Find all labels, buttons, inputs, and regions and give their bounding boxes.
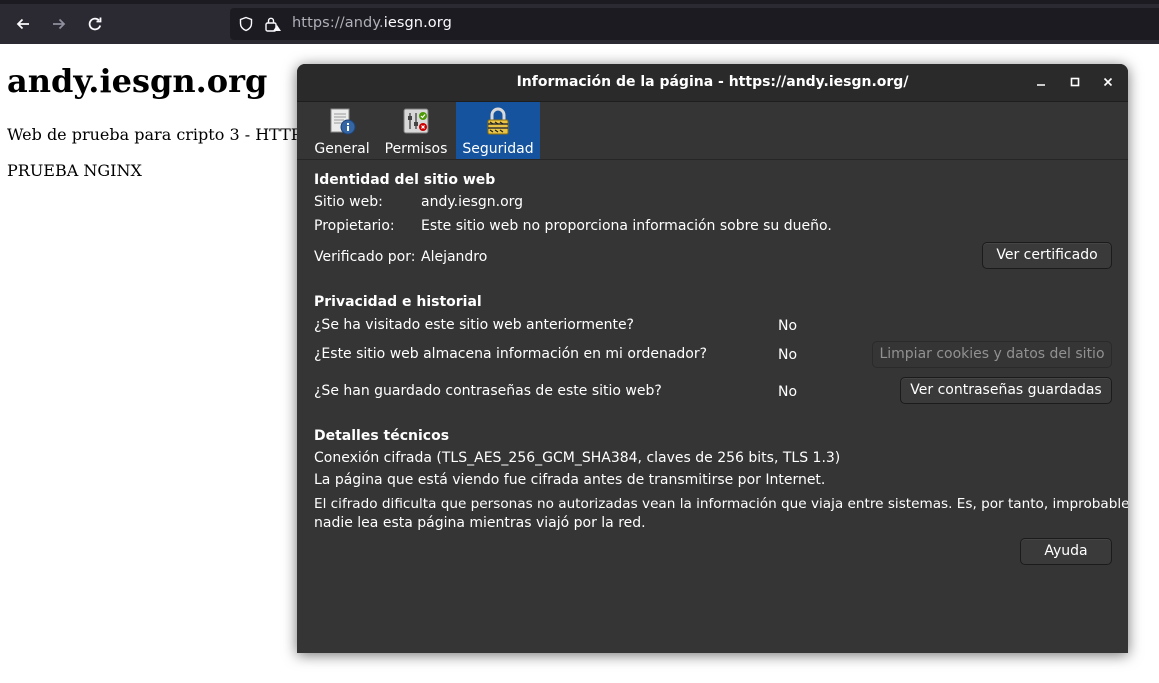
website-value: andy.iesgn.org (421, 194, 524, 210)
clear-cookies-button[interactable]: Limpiar cookies y datos del sitio (872, 341, 1112, 368)
visited-question: ¿Se ha visitado este sitio web anteriorm… (314, 317, 634, 333)
view-saved-passwords-button[interactable]: Ver contraseñas guardadas (900, 377, 1112, 404)
tab-bar: General Permisos Seguridad (297, 102, 1128, 160)
encryption-explanation-cont: nadie lea esta página mientras viajó por… (314, 515, 646, 531)
reload-icon (88, 17, 102, 31)
url-text: https://andy.iesgn.org (292, 15, 452, 31)
stores-data-question: ¿Este sitio web almacena información en … (314, 346, 708, 362)
page-info-icon (330, 108, 356, 135)
tab-label: Seguridad (462, 141, 534, 157)
forward-button[interactable] (46, 11, 72, 37)
page-info-dialog: Información de la página - https://andy.… (297, 64, 1128, 653)
tab-seguridad[interactable]: Seguridad (456, 102, 540, 159)
saved-passwords-answer: No (778, 384, 798, 400)
page-heading: andy.iesgn.org (7, 62, 268, 100)
tab-permisos[interactable]: Permisos (382, 102, 450, 159)
close-button[interactable] (1098, 73, 1118, 93)
verified-by-label: Verificado por: (314, 249, 416, 265)
website-label: Sitio web: (314, 194, 383, 210)
help-button[interactable]: Ayuda (1020, 538, 1112, 565)
minimize-button[interactable] (1031, 73, 1051, 93)
privacy-section-title: Privacidad e historial (314, 294, 482, 310)
url-bar[interactable]: https://andy.iesgn.org (230, 8, 1159, 40)
maximize-icon (1070, 77, 1080, 87)
padlock-icon (487, 107, 509, 135)
connection-details: Conexión cifrada (TLS_AES_256_GCM_SHA384… (314, 450, 841, 466)
tab-general[interactable]: General (311, 102, 373, 159)
encryption-explanation: El cifrado dificulta que personas no aut… (314, 496, 1128, 512)
url-prefix: https://andy. (292, 15, 384, 31)
reload-button[interactable] (82, 11, 108, 37)
encryption-note: La página que está viendo fue cifrada an… (314, 472, 826, 488)
back-button[interactable] (10, 11, 36, 37)
stores-data-answer: No (778, 347, 798, 363)
shield-icon[interactable] (238, 16, 254, 36)
owner-label: Propietario: (314, 218, 395, 234)
dialog-title: Información de la página - https://andy.… (516, 74, 909, 90)
minimize-icon (1037, 84, 1045, 86)
arrow-right-icon (53, 18, 66, 30)
dialog-titlebar[interactable]: Información de la página - https://andy.… (297, 64, 1128, 102)
browser-toolbar: https://andy.iesgn.org (0, 0, 1159, 44)
lock-warning-icon[interactable] (264, 16, 282, 36)
visited-answer: No (778, 318, 798, 334)
tab-label: General (314, 141, 370, 157)
url-domain: iesgn.org (383, 15, 452, 31)
verified-by-value: Alejandro (421, 249, 488, 265)
permissions-icon (403, 108, 429, 134)
page-paragraph: Web de prueba para cripto 3 - HTTP (7, 125, 302, 144)
technical-section-title: Detalles técnicos (314, 428, 450, 444)
maximize-button[interactable] (1065, 73, 1085, 93)
view-certificate-button[interactable]: Ver certificado (982, 242, 1112, 269)
arrow-left-icon (16, 18, 29, 30)
page-paragraph: PRUEBA NGINX (7, 161, 142, 180)
saved-passwords-question: ¿Se han guardado contraseñas de este sit… (314, 383, 662, 399)
identity-section-title: Identidad del sitio web (314, 172, 496, 188)
tab-label: Permisos (384, 141, 448, 157)
owner-value: Este sitio web no proporciona informació… (421, 218, 832, 234)
close-icon (1103, 77, 1113, 87)
